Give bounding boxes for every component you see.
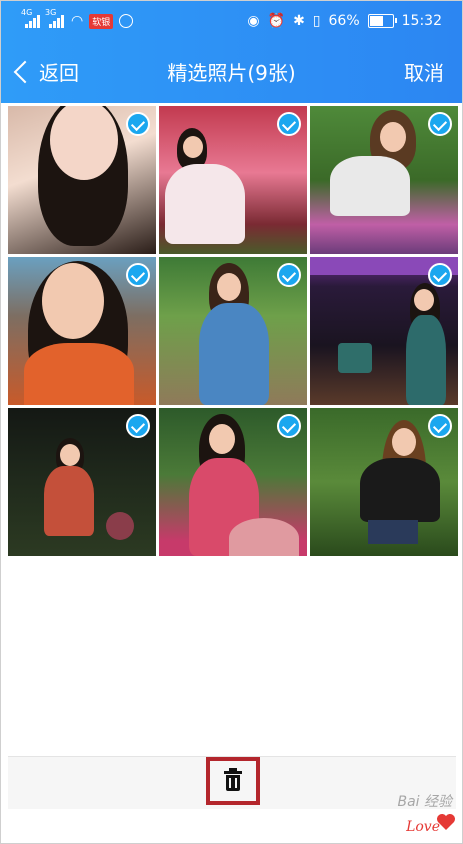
- battery-icon: [367, 14, 397, 28]
- signal-icon-2: 3G: [45, 8, 65, 28]
- app-badge: 软银: [89, 13, 114, 29]
- status-bar: 4G 3G ◠ 软银 ◉ ⏰ ✱ ▯ 66% 15:32: [1, 1, 462, 45]
- network-label-2: 3G: [45, 8, 57, 17]
- status-left: 4G 3G ◠ 软银: [21, 8, 134, 29]
- heart-icon: [437, 814, 455, 830]
- selected-check-icon[interactable]: [277, 112, 301, 136]
- photo-tile[interactable]: [8, 408, 156, 556]
- photo-tile[interactable]: [159, 106, 307, 254]
- battery-percent: 66%: [328, 13, 360, 29]
- selected-check-icon[interactable]: [126, 263, 150, 287]
- selected-check-icon[interactable]: [428, 414, 452, 438]
- delete-button[interactable]: [206, 757, 260, 805]
- photo-tile[interactable]: [310, 257, 458, 405]
- photo-tile[interactable]: [310, 106, 458, 254]
- bluetooth-icon: ✱: [293, 13, 305, 29]
- bottom-toolbar: [8, 756, 456, 809]
- photo-tile[interactable]: [8, 106, 156, 254]
- wifi-icon: ◠: [71, 13, 84, 29]
- network-label-1: 4G: [21, 8, 33, 17]
- photo-tile[interactable]: [159, 257, 307, 405]
- selected-check-icon[interactable]: [126, 414, 150, 438]
- nav-bar: 返回 精选照片(9张) 取消: [1, 45, 462, 101]
- photo-tile[interactable]: [159, 408, 307, 556]
- eye-comfort-icon: ◉: [247, 13, 260, 29]
- photo-tile[interactable]: [8, 257, 156, 405]
- signal-icon: 4G: [21, 8, 41, 28]
- alarm-icon: ⏰: [267, 13, 286, 29]
- cancel-button[interactable]: 取消: [404, 57, 444, 86]
- watermark-love: Love: [406, 819, 440, 835]
- app-header: 4G 3G ◠ 软银 ◉ ⏰ ✱ ▯ 66% 15:32 返回 精选照片(9张)…: [1, 1, 462, 103]
- selected-check-icon[interactable]: [277, 263, 301, 287]
- page-title: 精选照片(9张): [167, 61, 296, 85]
- photo-grid: [8, 106, 458, 556]
- photo-tile[interactable]: [310, 408, 458, 556]
- watermark: Bai 经验: [397, 794, 452, 810]
- selected-check-icon[interactable]: [126, 112, 150, 136]
- selected-check-icon[interactable]: [277, 414, 301, 438]
- selected-check-icon[interactable]: [428, 263, 452, 287]
- status-right: ◉ ⏰ ✱ ▯ 66% 15:32: [247, 13, 442, 29]
- notification-icon: [119, 14, 134, 28]
- selected-check-icon[interactable]: [428, 112, 452, 136]
- vibrate-icon: ▯: [312, 13, 321, 29]
- clock: 15:32: [401, 13, 442, 29]
- phone-screen: 4G 3G ◠ 软银 ◉ ⏰ ✱ ▯ 66% 15:32 返回 精选照片(9张)…: [0, 0, 463, 844]
